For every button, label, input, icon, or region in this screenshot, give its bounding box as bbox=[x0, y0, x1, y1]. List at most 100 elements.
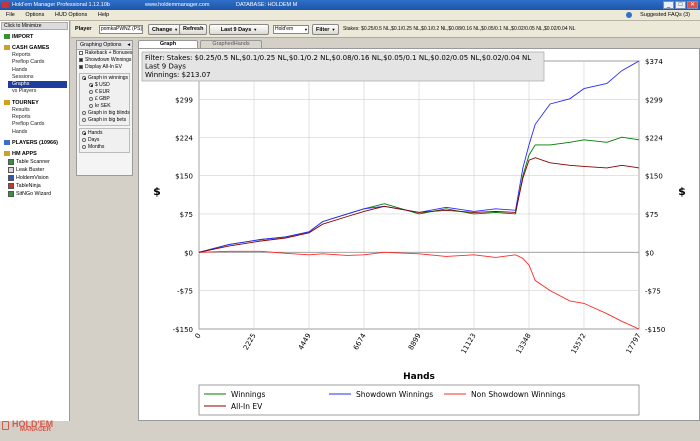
radio-icon[interactable] bbox=[82, 130, 86, 135]
unit-radio-group: Graph in winnings $ USD € EUR £ GBP kr SEK Gr… bbox=[79, 73, 130, 126]
chevron-down-icon: ▼ bbox=[304, 27, 308, 32]
app-icon bbox=[2, 2, 9, 8]
option-radio[interactable]: $ USD bbox=[80, 82, 129, 89]
close-window-button[interactable]: ✕ bbox=[687, 1, 698, 9]
nav-cash-games-label: CASH GAMES bbox=[12, 45, 50, 51]
refresh-button[interactable]: Refresh bbox=[179, 24, 208, 35]
y-tick-label-right: $75 bbox=[645, 211, 658, 219]
app-table-scanner[interactable]: Table Scanner bbox=[0, 158, 69, 166]
nav-hm-apps[interactable]: HM APPS bbox=[0, 150, 69, 158]
radio-icon[interactable] bbox=[82, 137, 86, 142]
x-tick-label: 17797 bbox=[625, 332, 643, 355]
radio-icon[interactable] bbox=[89, 89, 93, 94]
checkbox-icon[interactable] bbox=[79, 64, 83, 69]
option-radio[interactable]: kr SEK bbox=[80, 103, 129, 110]
legend-label: Non Showdown Winnings bbox=[471, 390, 566, 399]
nav-import-label: IMPORT bbox=[12, 34, 34, 40]
option-label: $ USD bbox=[95, 82, 110, 88]
faq-label: Suggested FAQs (3) bbox=[640, 12, 690, 18]
game-type-select[interactable]: Hold'em ▼ bbox=[273, 25, 309, 34]
nav-item-reports[interactable]: Reports bbox=[0, 52, 69, 59]
graph-area: -$150 -$150 -$75 -$75 $0 $0 $75 $75 $150 $150 $224… bbox=[138, 48, 700, 421]
tableninja-icon bbox=[8, 182, 14, 189]
nav-item-tourney-hands[interactable]: Hands bbox=[0, 129, 69, 136]
radio-icon[interactable] bbox=[82, 117, 86, 122]
radio-icon[interactable] bbox=[89, 96, 93, 101]
nav-item-sessions[interactable]: Sessions bbox=[0, 74, 69, 81]
nav-players[interactable]: PLAYERS (10966) bbox=[0, 139, 69, 147]
option-label: € EUR bbox=[95, 89, 110, 95]
holdem-manager-logo: HOLD'EM MANAGER bbox=[2, 419, 68, 441]
nav-item-hands[interactable]: Hands bbox=[0, 67, 69, 74]
app-leak-buster[interactable]: Leak Buster bbox=[0, 166, 69, 174]
nav-item-graphs[interactable]: Graphs bbox=[8, 81, 67, 89]
legend-label: Showdown Winnings bbox=[356, 390, 433, 399]
option-radio[interactable]: Days bbox=[80, 137, 129, 144]
option-radio[interactable]: € EUR bbox=[80, 89, 129, 96]
display-checkboxes: Rakeback + Bonuses Showdown Winnings Displ… bbox=[77, 50, 132, 71]
y-tick-label-right: $150 bbox=[645, 173, 663, 181]
leak-buster-icon bbox=[8, 166, 14, 173]
help-icon bbox=[626, 11, 633, 18]
player-field[interactable]: pomkaPWNZ (PS) bbox=[99, 25, 143, 34]
x-tick-label: 8899 bbox=[407, 332, 423, 351]
radio-icon[interactable] bbox=[82, 75, 86, 80]
nav-item-tourney-results[interactable]: Results bbox=[0, 107, 69, 114]
change-button[interactable]: Change ▼ bbox=[148, 24, 183, 35]
minimize-window-button[interactable]: _ bbox=[663, 1, 674, 9]
radio-icon[interactable] bbox=[82, 110, 86, 115]
filter-button[interactable]: Filter ▼ bbox=[312, 24, 340, 35]
collapse-arrow-icon: ◂ bbox=[127, 42, 130, 48]
radio-icon[interactable] bbox=[89, 82, 93, 87]
y-tick-label-left: -$150 bbox=[173, 326, 193, 334]
option-radio[interactable]: Graph in winnings bbox=[80, 75, 129, 82]
nav-item-tourney-reports[interactable]: Reports bbox=[0, 114, 69, 121]
graphing-options-header[interactable]: Graphing Options ◂ bbox=[77, 41, 132, 50]
menu-options[interactable]: Options bbox=[25, 12, 44, 18]
graphing-options-panel: Graphing Options ◂ Rakeback + Bonuses Show… bbox=[76, 40, 133, 176]
y-tick-label-left: $150 bbox=[175, 173, 193, 181]
maximize-window-button[interactable]: □ bbox=[675, 1, 686, 9]
option-checkbox[interactable]: Rakeback + Bonuses bbox=[77, 50, 132, 57]
date-range-label: Last 9 Days bbox=[220, 27, 252, 33]
nav-item-preflop-cards[interactable]: Preflop Cards bbox=[0, 59, 69, 66]
option-checkbox[interactable]: Showdown Winnings bbox=[77, 57, 132, 64]
option-label: Graph in big blinds bbox=[88, 110, 130, 116]
y-tick-label-right: $224 bbox=[645, 135, 663, 143]
y-tick-label-right: -$75 bbox=[645, 288, 661, 296]
radio-icon[interactable] bbox=[89, 103, 93, 108]
nav-tourney[interactable]: TOURNEY bbox=[0, 99, 69, 107]
option-label: Rakeback + Bonuses bbox=[85, 50, 133, 56]
date-range-button[interactable]: Last 9 Days ▼ bbox=[209, 24, 269, 35]
app-tableninja[interactable]: TableNinja bbox=[0, 182, 69, 190]
app-sitngo-wizard[interactable]: SitNGo Wizard bbox=[0, 190, 69, 198]
option-radio[interactable]: Graph in big blinds bbox=[80, 110, 130, 117]
tab-graph[interactable]: Graph bbox=[138, 40, 198, 48]
nav-import[interactable]: IMPORT bbox=[0, 33, 69, 41]
import-icon bbox=[4, 34, 10, 40]
radio-icon[interactable] bbox=[82, 144, 86, 149]
app-label: Leak Buster bbox=[16, 166, 45, 173]
option-checkbox[interactable]: Display All-In EV bbox=[77, 64, 132, 71]
menu-hud-options[interactable]: HUD Options bbox=[55, 12, 87, 18]
minimize-nav-button[interactable]: Click to Minimize bbox=[1, 22, 68, 30]
checkbox-icon[interactable] bbox=[79, 57, 83, 62]
menu-file[interactable]: File bbox=[6, 12, 15, 18]
nav-item-tourney-preflop[interactable]: Preflop Cards bbox=[0, 121, 69, 128]
y-tick-label-right: $0 bbox=[645, 249, 654, 257]
option-radio[interactable]: £ GBP bbox=[80, 96, 129, 103]
nav-item-vs-players[interactable]: vs Players bbox=[0, 88, 69, 95]
nav-cash-games[interactable]: CASH GAMES bbox=[0, 44, 69, 52]
tab-graphed-hands[interactable]: GraphedHands bbox=[200, 40, 262, 48]
x-axis-label: Hands bbox=[403, 372, 435, 382]
suggested-faqs-link[interactable]: Suggested FAQs (3) bbox=[626, 10, 693, 21]
option-radio[interactable]: Hands bbox=[80, 130, 129, 137]
app-holdemvision[interactable]: HoldemVision bbox=[0, 174, 69, 182]
checkbox-icon[interactable] bbox=[79, 50, 83, 55]
option-radio[interactable]: Graph in big bets bbox=[80, 117, 129, 124]
graphing-options-title: Graphing Options bbox=[80, 42, 122, 48]
option-label: £ GBP bbox=[95, 96, 110, 102]
menu-help[interactable]: Help bbox=[98, 12, 109, 18]
info-line: Winnings: $213.07 bbox=[145, 71, 211, 79]
option-radio[interactable]: Months bbox=[80, 144, 129, 151]
